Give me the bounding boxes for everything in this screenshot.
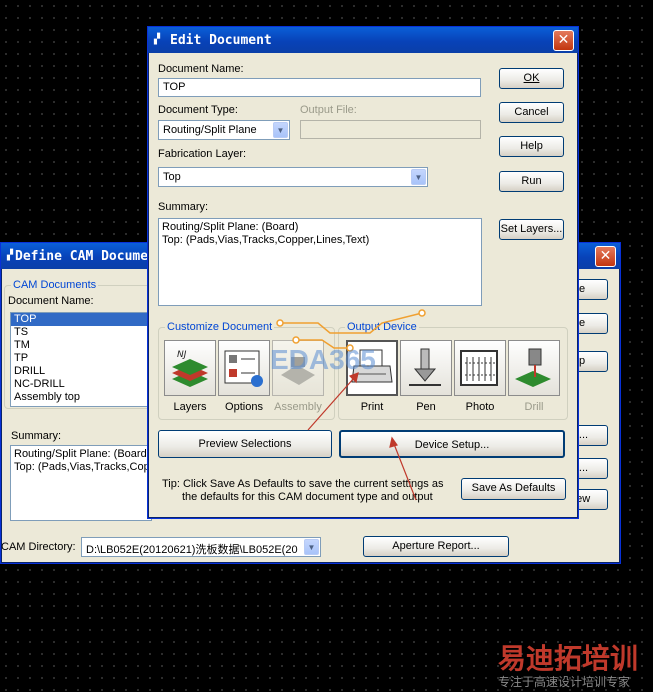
assembly-tool-label: Assembly: [274, 401, 322, 413]
list-item[interactable]: TM: [11, 339, 151, 352]
back-summary-label: Summary:: [11, 430, 62, 442]
list-item[interactable]: DRILL: [11, 365, 151, 378]
photo-plotter-icon: [460, 350, 498, 386]
photo-tool-button[interactable]: [454, 340, 506, 396]
drill-tool-label: Drill: [524, 401, 544, 413]
cancel-button[interactable]: Cancel: [499, 102, 564, 123]
ok-button[interactable]: OK: [499, 68, 564, 89]
doc-type-combo[interactable]: Routing/Split Plane ▼: [158, 120, 290, 140]
options-tool-label: Options: [225, 401, 263, 413]
cam-documents-group-label: CAM Documents: [11, 279, 99, 291]
list-item[interactable]: NC-DRILL: [11, 378, 151, 391]
doc-type-value: Routing/Split Plane: [163, 124, 257, 136]
options-tool-button[interactable]: [218, 340, 270, 396]
layers-icon: NJ: [172, 350, 208, 387]
output-file-field: [300, 120, 481, 139]
fab-layer-combo[interactable]: Top ▼: [158, 167, 428, 187]
back-summary-line: Routing/Split Plane: (Board): [14, 448, 151, 460]
pen-tool-button[interactable]: [400, 340, 452, 396]
list-item[interactable]: TOP: [11, 313, 151, 326]
chevron-down-icon[interactable]: ▼: [304, 539, 319, 555]
cam-directory-combo[interactable]: D:\LB052E(20120621)洗板数据\LB052E(20 ▼: [81, 537, 321, 557]
aperture-report-button[interactable]: Aperture Report...: [363, 536, 509, 557]
doc-type-label: Document Type:: [158, 104, 238, 116]
cam-documents-list[interactable]: TOP TS TM TP DRILL NC-DRILL Assembly top: [10, 312, 152, 407]
summary-line: Routing/Split Plane: (Board): [162, 221, 299, 233]
pen-tool-label: Pen: [416, 401, 436, 413]
help-button[interactable]: Help: [499, 136, 564, 157]
doc-name-label: Document Name:: [158, 63, 244, 75]
list-item[interactable]: TP: [11, 352, 151, 365]
eda365-watermark: EDA365: [270, 344, 376, 375]
doc-name-field[interactable]: TOP: [158, 78, 481, 97]
tip-line-2: the defaults for this CAM document type …: [182, 491, 433, 503]
print-tool-label: Print: [360, 401, 384, 413]
chevron-down-icon[interactable]: ▼: [273, 122, 288, 138]
photo-tool-label: Photo: [465, 401, 495, 413]
customize-document-label: Customize Document: [165, 321, 275, 333]
drill-icon: [515, 348, 551, 387]
back-summary-box: Routing/Split Plane: (Board) Top: (Pads,…: [10, 445, 152, 521]
training-watermark: 易迪拓培训: [498, 642, 639, 675]
edit-document-window: ▞ Edit Document ✕ Document Name: TOP Doc…: [147, 26, 579, 519]
drill-tool-button: [508, 340, 560, 396]
fab-layer-value: Top: [163, 171, 181, 183]
fab-layer-label: Fabrication Layer:: [158, 148, 247, 160]
preview-selections-button[interactable]: Preview Selections: [158, 430, 332, 458]
summary-line: Top: (Pads,Vias,Tracks,Copper,Lines,Text…: [162, 234, 370, 246]
output-file-label: Output File:: [300, 104, 357, 116]
app-icon: ▞: [154, 34, 161, 45]
list-item[interactable]: TS: [11, 326, 151, 339]
back-summary-line: Top: (Pads,Vias,Tracks,Cop: [14, 461, 150, 473]
chevron-down-icon[interactable]: ▼: [411, 169, 426, 185]
summary-box: Routing/Split Plane: (Board) Top: (Pads,…: [158, 218, 482, 306]
cam-directory-value: D:\LB052E(20120621)洗板数据\LB052E(20: [86, 544, 298, 556]
layers-tool-label: Layers: [173, 401, 207, 413]
svg-text:NJ: NJ: [177, 350, 187, 360]
cam-directory-label: CAM Directory:: [1, 541, 76, 553]
summary-label: Summary:: [158, 201, 209, 213]
define-cam-title: Define CAM Docume: [15, 249, 149, 264]
close-icon[interactable]: ✕: [595, 246, 616, 267]
run-button[interactable]: Run: [499, 171, 564, 192]
edit-document-title: Edit Document: [170, 33, 272, 48]
list-item[interactable]: Assembly top: [11, 391, 151, 404]
layers-tool-button[interactable]: NJ: [164, 340, 216, 396]
close-icon[interactable]: ✕: [553, 30, 574, 51]
pen-plotter-icon: [409, 348, 441, 386]
save-as-defaults-button[interactable]: Save As Defaults: [461, 478, 566, 500]
options-icon: [224, 350, 263, 387]
output-device-label: Output Device: [345, 321, 419, 333]
set-layers-button[interactable]: Set Layers...: [499, 219, 564, 240]
tip-line-1: Tip: Click Save As Defaults to save the …: [162, 478, 444, 490]
back-doc-name-label: Document Name:: [8, 295, 94, 307]
training-slogan-watermark: 专注于高速设计培训专家: [498, 675, 631, 689]
device-setup-button[interactable]: Device Setup...: [339, 430, 565, 458]
edit-document-titlebar[interactable]: ▞ Edit Document ✕: [148, 27, 578, 53]
